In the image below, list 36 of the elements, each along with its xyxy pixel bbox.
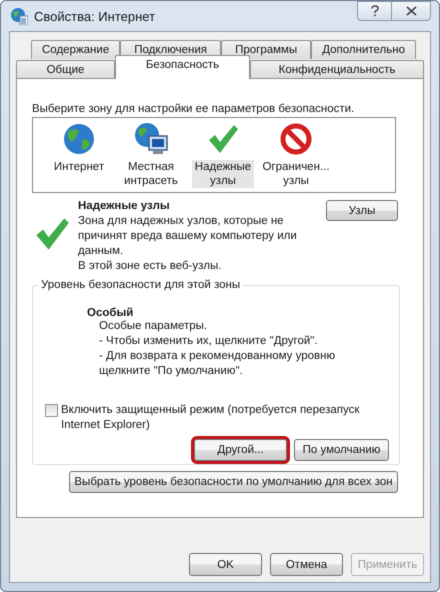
tab[interactable]: Программы xyxy=(221,40,312,59)
window-title: Свойства: Интернет xyxy=(34,8,156,24)
checkbox-label: Включить защищенный режим (потребуется перезапуск Internet Explorer) xyxy=(61,403,360,433)
zone-title: Надежные узлы xyxy=(78,199,171,214)
tab[interactable]: Дополнительно xyxy=(311,40,416,59)
globe-icon xyxy=(62,122,96,156)
tab[interactable]: Содержание xyxy=(31,40,120,59)
sites-button[interactable]: Узлы xyxy=(326,200,398,221)
level-description: - Для возврата к рекомендованному уровню щелкните "По умолчанию". xyxy=(99,349,336,379)
level-name: Особый xyxy=(87,307,134,319)
tab[interactable]: Конфиденциальность xyxy=(250,60,424,78)
reset-all-button[interactable]: Выбрать уровень безопасности по умолчанию для всех зон xyxy=(69,471,398,493)
zone-description: Зона для надежных узлов, которые не причинят вреда вашему компьютеру или данным. xyxy=(78,214,298,259)
level-description: - Чтобы изменить их, щелкните "Другой". xyxy=(99,334,319,349)
globe-monitor-icon xyxy=(133,122,169,156)
prohibited-icon xyxy=(279,122,313,156)
zone-note: В этой зоне есть веб-узлы. xyxy=(78,259,222,274)
level-button[interactable]: По умолчанию xyxy=(294,439,389,461)
close-button[interactable] xyxy=(391,1,431,21)
globe-icon xyxy=(10,7,28,25)
help-button[interactable] xyxy=(357,1,391,21)
checkbox[interactable] xyxy=(45,404,58,417)
zone-item[interactable]: Ограничен... узлы xyxy=(259,160,333,188)
level-description: Особые параметры. xyxy=(99,319,208,334)
zone-prompt: Выберите зону для настройки ее параметров безопасности. xyxy=(32,103,356,115)
dialog-button[interactable]: OK xyxy=(189,553,262,576)
group-legend: Уровень безопасности для этой зоны xyxy=(39,279,242,291)
tab[interactable]: Общие xyxy=(16,60,115,78)
zone-item[interactable]: Местная интрасеть xyxy=(121,160,181,188)
tab[interactable]: Безопасность xyxy=(115,55,250,79)
level-button[interactable]: Другой... xyxy=(194,439,287,461)
zone-item[interactable]: Интернет xyxy=(50,160,108,174)
dialog-button[interactable]: Отмена xyxy=(270,553,343,576)
zone-item[interactable]: Надежные узлы xyxy=(192,160,254,188)
question-mark-icon xyxy=(370,5,380,17)
close-icon xyxy=(406,6,416,16)
